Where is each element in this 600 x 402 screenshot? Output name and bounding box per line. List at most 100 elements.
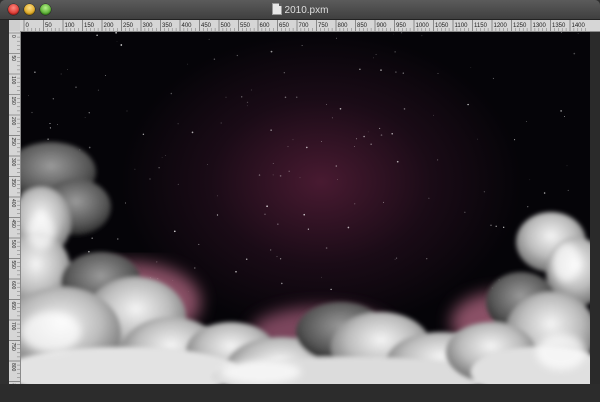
star [258, 174, 261, 176]
star [164, 154, 166, 156]
title-bar[interactable]: 2010.pxm [0, 0, 600, 20]
ruler-label: 450 [10, 220, 16, 229]
ruler-label: 250 [10, 138, 16, 147]
ruler-label: 700 [299, 23, 310, 29]
ruler-label: 350 [162, 23, 173, 29]
ruler-label: 600 [260, 23, 271, 29]
star [380, 69, 382, 71]
star [395, 71, 397, 73]
star [75, 86, 77, 88]
star [91, 237, 94, 240]
star [207, 164, 208, 166]
ruler-label: 950 [396, 23, 407, 29]
vertical-ruler[interactable]: 0 50 100 150 200 250 300 350 400 450 500 550 600 650 7… [9, 31, 21, 388]
star [279, 258, 282, 260]
star [270, 129, 272, 131]
star [375, 53, 377, 56]
ruler-label: 0 [10, 35, 16, 38]
star [437, 159, 439, 161]
document-canvas[interactable] [21, 32, 590, 384]
ruler-label: 1000 [416, 23, 430, 29]
star [283, 72, 285, 74]
star [105, 75, 106, 76]
star [354, 203, 356, 205]
star [142, 133, 145, 136]
window-title-text: 2010.pxm [284, 5, 329, 16]
left-edge [0, 20, 9, 384]
ruler-label: 1050 [435, 23, 449, 29]
ruler-label: 1100 [455, 23, 469, 29]
star [464, 211, 466, 213]
ruler-label: 550 [10, 261, 16, 270]
window-title: 2010.pxm [0, 3, 600, 17]
document-icon [271, 3, 282, 15]
ruler-label: 1400 [572, 23, 586, 29]
ruler-label: 800 [10, 363, 16, 372]
star [272, 163, 274, 165]
ruler-label: 500 [10, 240, 16, 249]
star [495, 225, 497, 228]
canvas-artwork [21, 32, 590, 384]
star [396, 160, 399, 163]
star [276, 256, 278, 258]
star [367, 131, 369, 133]
star [177, 123, 179, 125]
ruler-label: 600 [10, 281, 16, 290]
star [280, 282, 283, 285]
star [382, 201, 384, 203]
star [402, 72, 404, 74]
star [428, 197, 430, 199]
star [47, 138, 49, 140]
star [277, 223, 279, 225]
star [321, 276, 322, 278]
ruler-label: 200 [10, 117, 16, 126]
star [529, 179, 531, 181]
star [359, 68, 361, 71]
ruler-label: 900 [377, 23, 388, 29]
star [213, 58, 216, 60]
star [426, 258, 428, 260]
star [490, 224, 492, 226]
ruler-label: 650 [279, 23, 290, 29]
star [126, 110, 128, 112]
star [336, 37, 337, 39]
ruler-label: 750 [10, 343, 16, 352]
ruler-label: 1200 [494, 23, 508, 29]
star [296, 96, 298, 98]
ruler-label: 0 [26, 23, 30, 29]
star [241, 96, 243, 98]
ruler-label: 300 [143, 23, 154, 29]
star [325, 247, 328, 249]
ruler-label: 700 [10, 322, 16, 331]
star [266, 205, 268, 208]
star [394, 51, 396, 53]
star [561, 32, 562, 33]
star [149, 178, 151, 180]
star [299, 177, 301, 179]
ruler-label: 1250 [513, 23, 527, 29]
star [246, 101, 249, 104]
star [245, 258, 248, 261]
star [49, 122, 51, 125]
ruler-label: 450 [201, 23, 212, 29]
star [34, 71, 36, 73]
star [28, 95, 29, 97]
ruler-label: 50 [45, 23, 52, 29]
star [325, 103, 328, 106]
star [379, 127, 381, 129]
star [125, 202, 127, 204]
bottom-edge [0, 384, 600, 402]
star [96, 34, 98, 37]
image-editor-window: 2010.pxm 0 50 100 150 200 250 300 350 400 450 500 5… [0, 0, 600, 402]
star [373, 57, 374, 59]
star [198, 243, 200, 245]
ruler-label: 850 [357, 23, 368, 29]
star [288, 170, 290, 173]
star [335, 165, 338, 167]
star [173, 230, 176, 233]
ruler-label: 50 [10, 56, 16, 62]
ruler-label: 350 [10, 179, 16, 188]
ruler-label: 300 [10, 158, 16, 167]
star [116, 41, 118, 43]
horizontal-ruler[interactable]: 0 50 100 150 200 250 300 350 400 450 500 550 600 650 7… [20, 20, 600, 32]
